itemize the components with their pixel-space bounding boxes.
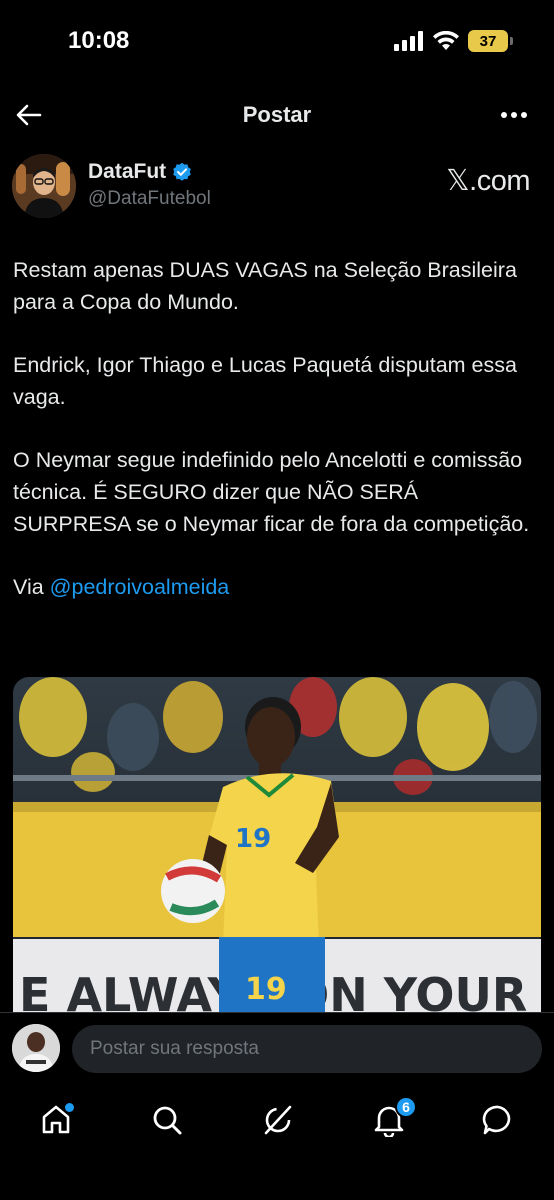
user-avatar-image [12,1024,60,1072]
post-paragraph: Endrick, Igor Thiago e Lucas Paquetá dis… [13,353,517,409]
author-name-row[interactable]: DataFut [88,160,192,184]
post-header: Postar [0,90,554,140]
status-icons: 37 [394,30,513,52]
wifi-icon [433,31,459,50]
status-time: 10:08 [68,27,130,54]
author-name[interactable]: DataFut [88,160,166,184]
source-label: 𝕏.com [446,165,530,197]
signal-icon [394,31,423,51]
post-paragraph: O Neymar segue indefinido pelo Ancelotti… [13,448,530,536]
reply-input[interactable] [72,1025,542,1073]
tab-messages[interactable] [476,1098,520,1142]
battery-indicator: 37 [468,30,513,52]
tab-search[interactable] [145,1098,189,1142]
search-icon [153,1106,182,1135]
tab-grok[interactable] [256,1098,300,1142]
shorts-number: 19 [245,972,287,1007]
author-avatar[interactable] [12,154,76,218]
player-photo: E ALWAYS ON YOUR 19 19 [13,677,541,1017]
status-bar: 10:08 37 [0,0,554,80]
home-new-dot [65,1103,74,1112]
grok-icon [264,1105,292,1135]
user-avatar[interactable] [12,1024,60,1072]
jersey-number: 19 [235,824,271,854]
post-via-line: Via @pedroivoalmeida [13,571,533,603]
verified-badge-icon [173,162,191,181]
author-avatar-image [12,154,76,218]
bottom-tab-bar: 6 [0,1086,554,1200]
tab-home[interactable] [34,1098,78,1142]
page-title: Postar [242,102,312,127]
post-text: Restam apenas DUAS VAGAS na Seleção Bras… [13,254,533,634]
post-media-image[interactable]: E ALWAYS ON YOUR 19 19 [13,677,541,1017]
post-paragraph: Restam apenas DUAS VAGAS na Seleção Bras… [13,258,517,314]
chat-bubble-icon [482,1105,511,1135]
author-handle[interactable]: @DataFutebol [88,188,211,210]
reply-bar [0,1012,554,1086]
tab-notifications[interactable]: 6 [367,1096,417,1142]
mention-link[interactable]: @pedroivoalmeida [50,575,230,599]
notifications-badge: 6 [395,1096,417,1118]
more-options-icon[interactable] [498,100,530,130]
via-prefix: Via [13,575,50,599]
